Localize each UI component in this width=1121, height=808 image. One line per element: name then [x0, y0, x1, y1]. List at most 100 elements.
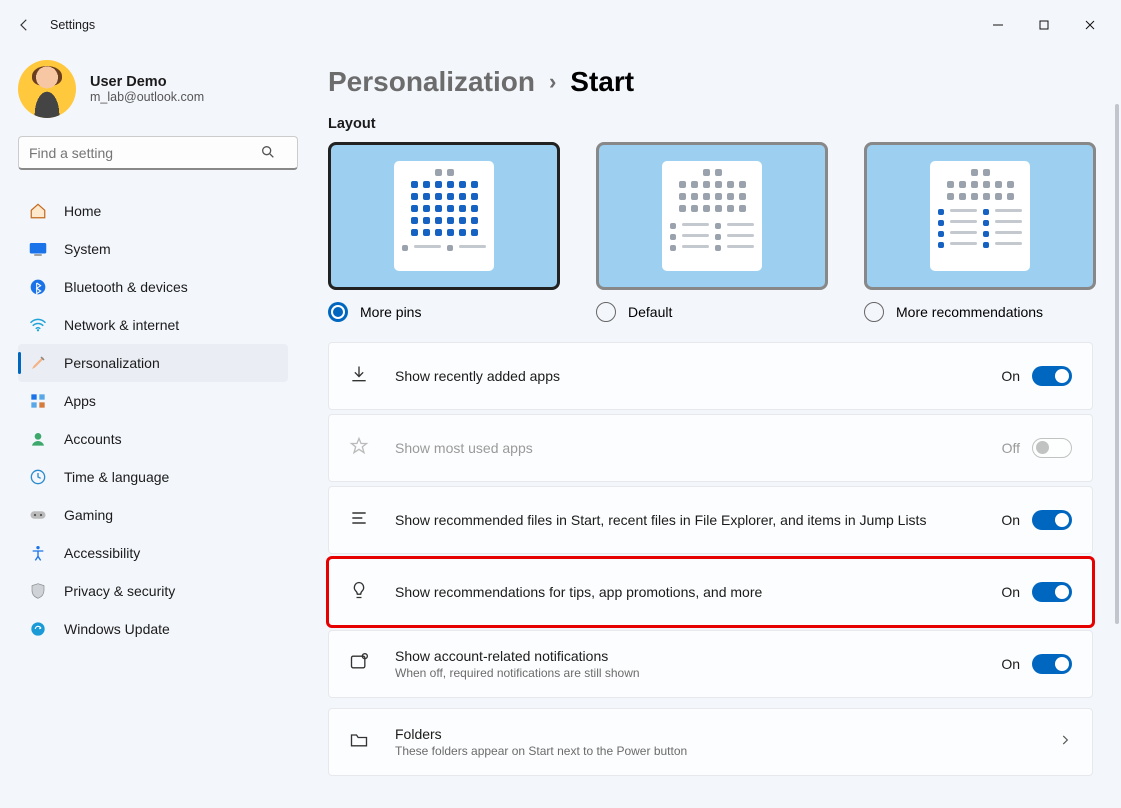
toggle-state: On — [1001, 584, 1020, 600]
setting-recently-added: Show recently added apps On — [328, 342, 1093, 410]
toggle-switch[interactable] — [1032, 582, 1072, 602]
scrollbar[interactable] — [1115, 104, 1119, 624]
layout-preview — [596, 142, 828, 290]
list-icon — [349, 508, 373, 533]
maximize-button[interactable] — [1021, 5, 1067, 45]
nav-label: Apps — [64, 393, 96, 409]
setting-title: Folders — [395, 726, 1052, 742]
radio-icon — [596, 302, 616, 322]
nav-label: Windows Update — [64, 621, 170, 637]
apps-icon — [28, 391, 48, 411]
toggle-switch — [1032, 438, 1072, 458]
bluetooth-icon — [28, 277, 48, 297]
window-controls — [975, 5, 1113, 45]
toggle-state: Off — [1002, 440, 1020, 456]
nav-windows-update[interactable]: Windows Update — [18, 610, 288, 648]
layout-preview — [328, 142, 560, 290]
layout-option-default[interactable]: Default — [596, 142, 828, 322]
layout-label: Default — [628, 304, 672, 320]
chevron-right-icon: › — [549, 69, 556, 95]
layout-label: More pins — [360, 304, 421, 320]
back-button[interactable] — [8, 1, 40, 49]
sidebar: User Demo m_lab@outlook.com Home System … — [0, 50, 300, 808]
toggle-state: On — [1001, 656, 1020, 672]
app-title: Settings — [50, 18, 95, 32]
star-icon — [349, 436, 373, 461]
search-box — [18, 136, 288, 170]
content-area: Personalization › Start Layout — [300, 50, 1121, 808]
paintbrush-icon — [28, 353, 48, 373]
nav-bluetooth[interactable]: Bluetooth & devices — [18, 268, 288, 306]
update-icon — [28, 619, 48, 639]
nav-label: Time & language — [64, 469, 169, 485]
layout-option-more-pins[interactable]: More pins — [328, 142, 560, 322]
setting-account-notifications: Show account-related notifications When … — [328, 630, 1093, 698]
nav-home[interactable]: Home — [18, 192, 288, 230]
shield-icon — [28, 581, 48, 601]
user-account-row[interactable]: User Demo m_lab@outlook.com — [18, 60, 288, 118]
nav-label: Personalization — [64, 355, 160, 371]
nav-label: System — [64, 241, 111, 257]
nav-label: Home — [64, 203, 101, 219]
setting-title: Show recommended files in Start, recent … — [395, 512, 1001, 528]
titlebar: Settings — [0, 0, 1121, 50]
setting-title: Show most used apps — [395, 440, 1002, 456]
nav-time-language[interactable]: Time & language — [18, 458, 288, 496]
setting-title: Show account-related notifications — [395, 648, 1001, 664]
nav-gaming[interactable]: Gaming — [18, 496, 288, 534]
wifi-icon — [28, 315, 48, 335]
chevron-right-icon — [1058, 733, 1072, 752]
user-email: m_lab@outlook.com — [90, 90, 204, 104]
nav-label: Accounts — [64, 431, 122, 447]
setting-title: Show recommendations for tips, app promo… — [395, 584, 1001, 600]
clock-globe-icon — [28, 467, 48, 487]
window-badge-icon — [349, 652, 373, 677]
breadcrumb-current: Start — [570, 66, 634, 98]
nav-privacy[interactable]: Privacy & security — [18, 572, 288, 610]
nav-label: Network & internet — [64, 317, 179, 333]
toggle-state: On — [1001, 368, 1020, 384]
setting-subtitle: These folders appear on Start next to th… — [395, 744, 1052, 758]
layout-options: More pins — [328, 142, 1093, 322]
person-icon — [28, 429, 48, 449]
radio-icon — [864, 302, 884, 322]
layout-label: More recommendations — [896, 304, 1043, 320]
layout-option-more-recommendations[interactable]: More recommendations — [864, 142, 1096, 322]
system-icon — [28, 239, 48, 259]
setting-title: Show recently added apps — [395, 368, 1001, 384]
search-input[interactable] — [18, 136, 298, 170]
breadcrumb: Personalization › Start — [328, 66, 1093, 98]
nav-label: Privacy & security — [64, 583, 175, 599]
nav-apps[interactable]: Apps — [18, 382, 288, 420]
minimize-button[interactable] — [975, 5, 1021, 45]
layout-preview — [864, 142, 1096, 290]
layout-radio[interactable]: More pins — [328, 302, 560, 322]
nav-system[interactable]: System — [18, 230, 288, 268]
nav-label: Bluetooth & devices — [64, 279, 188, 295]
toggle-switch[interactable] — [1032, 654, 1072, 674]
nav-label: Gaming — [64, 507, 113, 523]
folder-icon — [349, 730, 373, 755]
home-icon — [28, 201, 48, 221]
lightbulb-icon — [349, 580, 373, 605]
nav-list: Home System Bluetooth & devices Network … — [18, 192, 288, 648]
avatar — [18, 60, 76, 118]
toggle-switch[interactable] — [1032, 366, 1072, 386]
user-name: User Demo — [90, 74, 204, 90]
toggle-switch[interactable] — [1032, 510, 1072, 530]
nav-accounts[interactable]: Accounts — [18, 420, 288, 458]
layout-radio[interactable]: Default — [596, 302, 828, 322]
nav-personalization[interactable]: Personalization — [18, 344, 288, 382]
nav-accessibility[interactable]: Accessibility — [18, 534, 288, 572]
close-button[interactable] — [1067, 5, 1113, 45]
setting-most-used: Show most used apps Off — [328, 414, 1093, 482]
nav-label: Accessibility — [64, 545, 140, 561]
breadcrumb-parent[interactable]: Personalization — [328, 66, 535, 98]
layout-radio[interactable]: More recommendations — [864, 302, 1096, 322]
accessibility-icon — [28, 543, 48, 563]
setting-recommendations-tips: Show recommendations for tips, app promo… — [328, 558, 1093, 626]
nav-network[interactable]: Network & internet — [18, 306, 288, 344]
layout-section-label: Layout — [328, 116, 1093, 132]
search-icon — [260, 144, 276, 165]
setting-folders[interactable]: Folders These folders appear on Start ne… — [328, 708, 1093, 776]
